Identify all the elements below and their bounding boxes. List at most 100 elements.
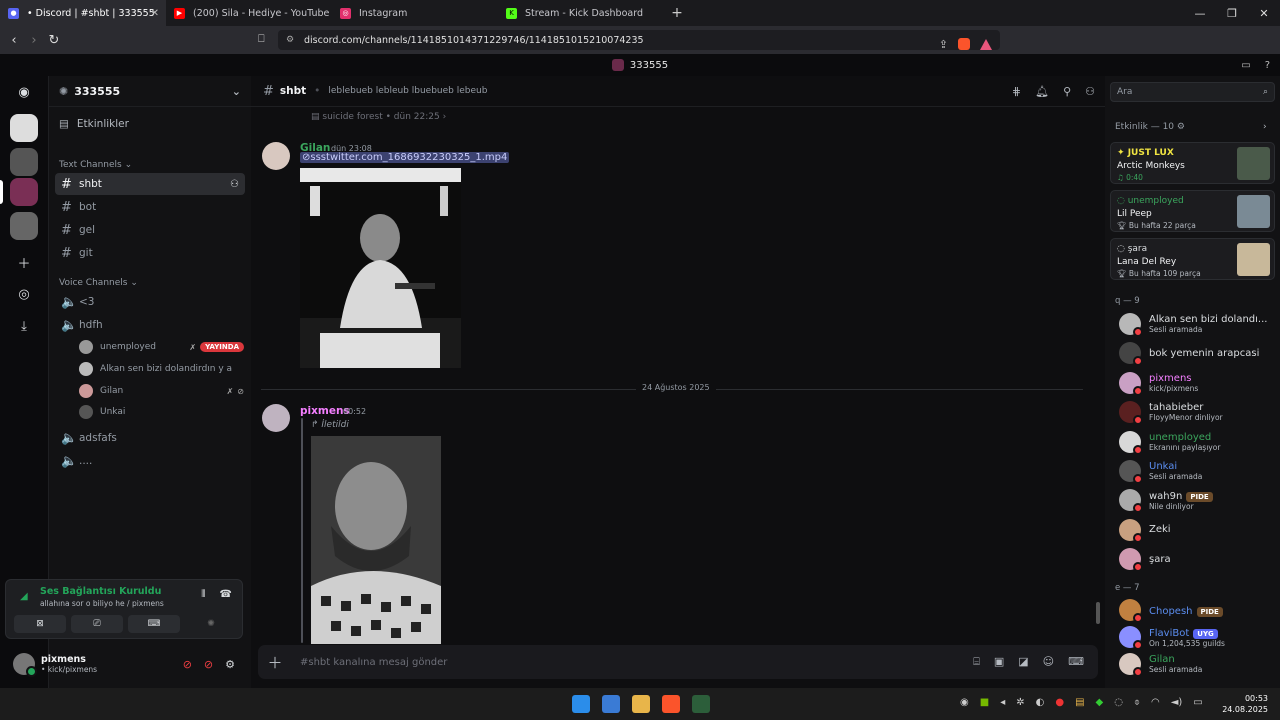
chat-scrollbar[interactable] (1096, 602, 1100, 624)
tray-record-icon[interactable]: ● (1055, 697, 1064, 708)
member-row[interactable]: pixmens kick/pixmens (1119, 369, 1277, 397)
tray-discord-icon[interactable]: ◐ (1036, 697, 1045, 708)
tab-kick[interactable]: K Stream - Kick Dashboard (498, 0, 664, 26)
share-icon[interactable]: ⇪ (939, 38, 948, 51)
gift-icon[interactable]: ⌸ (973, 655, 980, 669)
channel-bot[interactable]: # bot (55, 196, 245, 218)
screen-share-button[interactable]: ⎚ (71, 615, 123, 633)
tray-green-icon[interactable]: ◆ (1096, 697, 1104, 708)
restore-icon[interactable]: ❐ (1216, 0, 1248, 26)
inbox-icon[interactable]: ▭ (1241, 60, 1250, 71)
voice-category[interactable]: Voice Channels ⌄ (59, 278, 138, 288)
camera-button[interactable]: ⊠ (14, 615, 66, 633)
close-window-icon[interactable]: ✕ (1248, 0, 1280, 26)
message-composer[interactable]: ＋ #shbt kanalına mesaj gönder ⌸ ▣ ◪ ☺ ⌨ (258, 645, 1098, 679)
member-row[interactable]: wah9n PIDE Nile dinliyor (1119, 486, 1277, 514)
image-attachment[interactable] (311, 436, 441, 644)
invite-icon[interactable]: ⚇ (230, 179, 239, 190)
gif-icon[interactable]: ▣ (994, 655, 1004, 669)
soundboard-button[interactable]: ✺ (185, 615, 237, 633)
tray-folder-icon[interactable]: ▤ (1075, 697, 1084, 708)
attach-plus-icon[interactable]: ＋ (258, 652, 292, 673)
server-header[interactable]: ✺ 333555 ⌄ (49, 76, 251, 107)
app-icon[interactable] (692, 695, 710, 713)
member-row[interactable]: şara (1119, 545, 1277, 573)
activity-button[interactable]: ⌨ (128, 615, 180, 633)
bell-icon[interactable]: 🔔︎ (1035, 85, 1049, 98)
reply-reference[interactable]: ▤ suicide forest • dün 22:25 › (311, 112, 446, 122)
member-row[interactable]: Chopesh PIDE (1119, 596, 1277, 624)
tray-app-icon[interactable]: ◉ (960, 697, 969, 708)
member-row[interactable]: unemployed Ekranını paylaşıyor (1119, 428, 1277, 456)
tab-youtube[interactable]: ▶ (200) Sila - Hediye - YouTube (166, 0, 332, 26)
clock[interactable]: 00:53 24.08.2025 (1222, 693, 1268, 715)
avatar[interactable] (262, 142, 290, 170)
channel-gel[interactable]: # gel (55, 219, 245, 241)
noise-suppression-icon[interactable]: ⦀ (201, 589, 205, 600)
attachment-link[interactable]: ⊘ssstwitter.com_1686932230325_1.mp4 (300, 152, 510, 163)
activity-card[interactable]: ◌ unemployed Lil Peep 🏆︎ Bu hafta 22 par… (1110, 190, 1275, 232)
reload-icon[interactable]: ↻ (44, 33, 64, 48)
voice-channel-dots[interactable]: 🔈.... (55, 450, 245, 472)
gear-icon[interactable]: ⚙ (225, 658, 235, 671)
add-server-icon[interactable]: ＋ (10, 248, 38, 276)
events-item[interactable]: ▤ Etkinlikler (59, 118, 129, 130)
url-field[interactable]: ⚙ discord.com/channels/11418510143712297… (278, 30, 1000, 51)
threads-icon[interactable]: ⋕ (1012, 85, 1021, 98)
voice-channel-1[interactable]: 🔈 <3 (55, 291, 245, 313)
channel-topic[interactable]: leblebueb lebleub lbuebueb lebeub (328, 86, 487, 96)
close-icon[interactable]: ✕ (151, 8, 159, 19)
voice-channel-hdfh[interactable]: 🔈 hdfh (55, 314, 245, 336)
help-icon[interactable]: ? (1265, 60, 1270, 71)
member-row[interactable]: Alkan sen bizi dolandı... Sesli aramada (1119, 310, 1277, 338)
signal-icon[interactable]: ◢ (20, 591, 28, 602)
widgets-icon[interactable] (602, 695, 620, 713)
tray-battery-icon[interactable]: ▭ (1193, 697, 1202, 708)
windows-start-icon[interactable] (572, 695, 590, 713)
brave-rewards-icon[interactable] (980, 38, 992, 50)
file-explorer-icon[interactable] (632, 695, 650, 713)
disconnect-icon[interactable]: ☎ (220, 589, 232, 600)
sticker-icon[interactable]: ◪ (1018, 655, 1028, 669)
member-row[interactable]: Unkai Sesli aramada (1119, 457, 1277, 485)
server-folder[interactable] (10, 212, 38, 240)
channel-git[interactable]: # git (55, 242, 245, 264)
tray-steam-icon[interactable]: ✲ (1016, 697, 1024, 708)
minimize-icon[interactable]: — (1184, 0, 1216, 26)
emoji-icon[interactable]: ☺ (1043, 655, 1054, 669)
video-attachment[interactable] (300, 168, 461, 368)
bookmark-icon[interactable]: ⎕ (258, 32, 265, 46)
tray-arrow-icon[interactable]: ◂ (1000, 697, 1005, 708)
back-icon[interactable]: ‹ (4, 33, 24, 48)
discover-icon[interactable]: ◎ (10, 280, 38, 308)
server-icon-333555[interactable] (10, 178, 38, 206)
member-row[interactable]: tahabieber FloyyMenor dinliyor (1119, 398, 1277, 426)
new-tab-button[interactable]: + (664, 0, 690, 26)
forward-icon[interactable]: › (24, 33, 44, 48)
chevron-right-icon[interactable]: › (1263, 122, 1267, 132)
member-row[interactable]: bok yemenin arapcasi (1119, 339, 1277, 367)
channel-shbt[interactable]: # shbt ⚇ (55, 173, 245, 195)
brave-browser-icon[interactable] (662, 695, 680, 713)
voice-user[interactable]: Alkan sen bizi dolandirdın y a (79, 359, 244, 379)
tray-volume-icon[interactable]: ◄) (1171, 697, 1183, 708)
avatar[interactable] (13, 653, 37, 677)
member-row[interactable]: Zeki (1119, 516, 1277, 544)
brave-shields-icon[interactable] (958, 38, 970, 50)
chevron-down-icon[interactable]: ⌄ (232, 85, 241, 98)
tray-wifi-icon[interactable]: ◠ (1151, 697, 1160, 708)
download-icon[interactable]: ⤓ (10, 312, 38, 340)
avatar[interactable] (262, 404, 290, 432)
mic-muted-icon[interactable]: ⊘ (183, 658, 192, 671)
server-icon-1[interactable] (10, 148, 38, 176)
dm-avatar[interactable] (10, 114, 38, 142)
member-row[interactable]: Gilan Sesli aramada (1119, 650, 1277, 678)
pin-icon[interactable]: ⚲ (1063, 85, 1071, 98)
discord-home-icon[interactable]: ◉ (10, 78, 38, 106)
headset-deafened-icon[interactable]: ⊘ (204, 658, 213, 671)
search-input[interactable]: Ara ⌕ (1110, 82, 1275, 102)
voice-user[interactable]: Gilan ✗ ⊘ (79, 381, 244, 401)
activity-card[interactable]: ◌ şara Lana Del Rey 🏆︎ Bu hafta 109 parç… (1110, 238, 1275, 280)
tab-instagram[interactable]: ◎ Instagram (332, 0, 498, 26)
tray-mic-icon[interactable]: ⌽ (1134, 697, 1140, 708)
